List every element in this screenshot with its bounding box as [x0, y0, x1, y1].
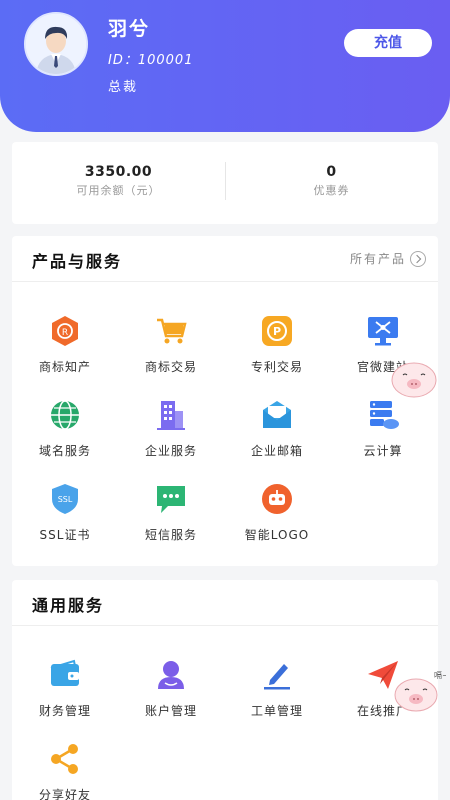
user-id: ID：100001	[108, 53, 194, 68]
wallet-icon	[50, 659, 79, 686]
building-icon	[157, 401, 185, 430]
available-balance-value: 3350.00	[84, 164, 153, 180]
service-label: 分享好友	[38, 788, 91, 800]
general-section: 通用服务 财务管理 账户管理 工单管理 在线推广 分享好友	[12, 580, 438, 800]
service-cloud[interactable]: 云计算	[330, 398, 436, 478]
service-ssl[interactable]: SSL SSL证书	[12, 482, 118, 562]
user-icon	[158, 661, 184, 689]
edit-icon	[264, 664, 290, 690]
service-ticket[interactable]: 工单管理	[224, 658, 330, 738]
ssl-shield-icon: SSL	[52, 484, 78, 514]
pig-sticker	[391, 362, 437, 398]
pig-sticker: 嗝~	[394, 671, 446, 712]
profile-header: 羽兮 ID：100001 总裁 充值	[0, 0, 450, 132]
service-label: 商标知产	[38, 360, 91, 374]
section-title: 通用服务	[32, 596, 105, 615]
svg-text:SSL: SSL	[58, 495, 73, 504]
recharge-button[interactable]: 充值	[344, 29, 432, 57]
mail-icon	[263, 401, 291, 428]
available-balance-label: 可用余额（元）	[76, 184, 161, 197]
cloud-server-icon	[370, 401, 399, 429]
service-label: 短信服务	[144, 528, 197, 542]
service-label: 账户管理	[144, 704, 197, 718]
coupon-value: 0	[326, 164, 337, 180]
balance-card: 3350.00 可用余额（元） 0 优惠券	[12, 142, 438, 224]
service-patent-trade[interactable]: P 专利交易	[224, 314, 330, 394]
service-finance[interactable]: 财务管理	[12, 658, 118, 738]
service-label: 财务管理	[38, 704, 91, 718]
coupons[interactable]: 0 优惠券	[225, 164, 438, 198]
coupon-label: 优惠券	[313, 184, 350, 197]
service-label: SSL证书	[39, 528, 91, 542]
service-label: 商标交易	[144, 360, 197, 374]
service-label: 专利交易	[250, 360, 303, 374]
service-label: 云计算	[363, 444, 403, 458]
sticker-text: 嗝~	[434, 671, 446, 680]
user-name: 羽兮	[108, 18, 151, 40]
chevron-right-icon	[410, 250, 426, 267]
service-smart-logo[interactable]: 智能LOGO	[224, 482, 330, 562]
service-share[interactable]: 分享好友	[12, 742, 118, 800]
website-icon	[368, 317, 398, 346]
section-title: 产品与服务	[32, 252, 123, 271]
robot-icon	[262, 484, 292, 514]
service-label: 工单管理	[250, 704, 303, 718]
service-label: 企业服务	[144, 444, 197, 458]
all-products-label: 所有产品	[349, 252, 406, 266]
products-section: 产品与服务 所有产品 R 商标知产 商标交易 P 专利交易 官微建站 域名服务 …	[12, 236, 438, 566]
share-icon	[51, 744, 78, 774]
service-label: 域名服务	[38, 444, 91, 458]
all-products-link[interactable]: 所有产品	[350, 250, 426, 267]
user-role: 总裁	[108, 80, 139, 95]
service-sms[interactable]: 短信服务	[118, 482, 224, 562]
available-balance[interactable]: 3350.00 可用余额（元）	[12, 164, 225, 198]
trademark-ip-icon: R	[52, 316, 78, 346]
service-domain[interactable]: 域名服务	[12, 398, 118, 478]
svg-text:R: R	[62, 328, 68, 338]
service-enterprise[interactable]: 企业服务	[118, 398, 224, 478]
svg-text:P: P	[273, 325, 281, 338]
service-label: 智能LOGO	[244, 528, 310, 542]
globe-icon	[51, 400, 79, 430]
avatar[interactable]	[24, 12, 88, 76]
service-account[interactable]: 账户管理	[118, 658, 224, 738]
sms-icon	[157, 486, 185, 513]
service-trademark-trade[interactable]: 商标交易	[118, 314, 224, 394]
cart-icon	[157, 318, 187, 344]
service-trademark-ip[interactable]: R 商标知产	[12, 314, 118, 394]
service-enterprise-mail[interactable]: 企业邮箱	[224, 398, 330, 478]
service-label: 企业邮箱	[250, 444, 303, 458]
general-header: 通用服务	[12, 580, 438, 626]
products-header: 产品与服务 所有产品	[12, 236, 438, 282]
patent-icon: P	[262, 316, 292, 346]
